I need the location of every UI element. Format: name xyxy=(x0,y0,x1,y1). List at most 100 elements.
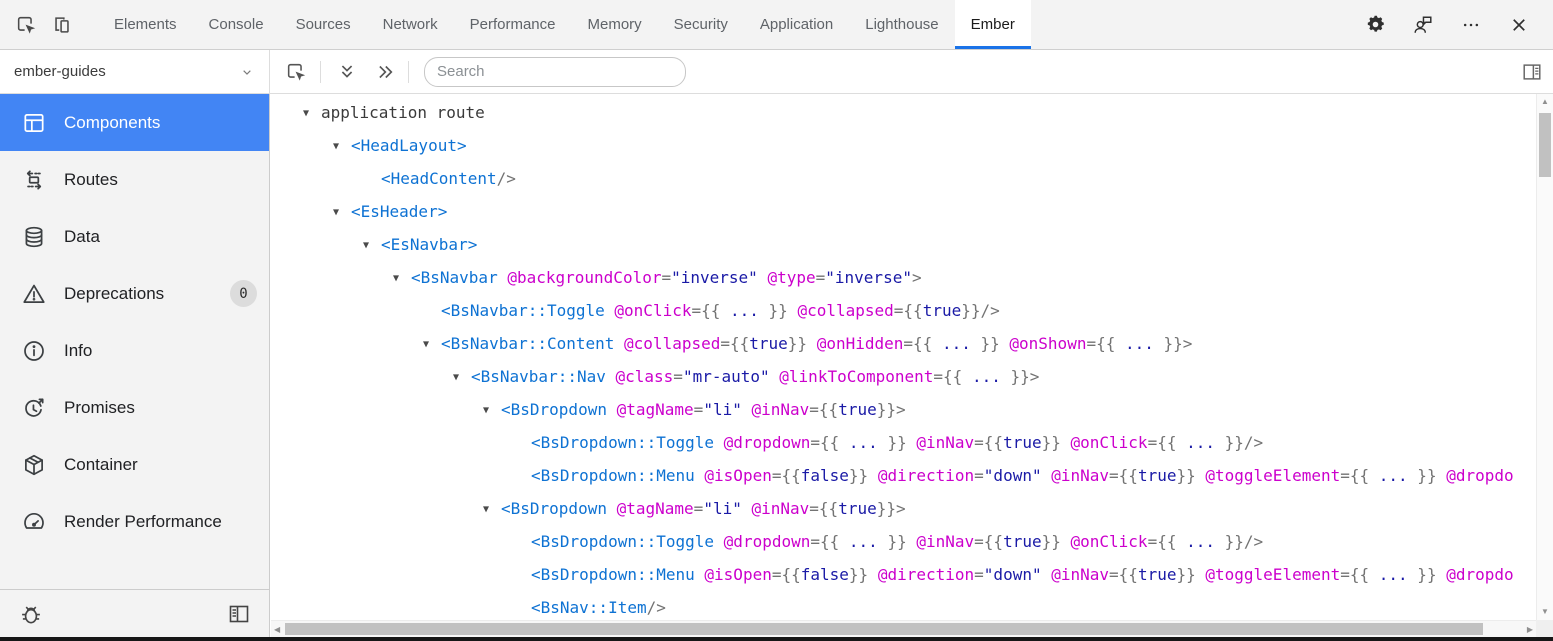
tree-row[interactable]: ▼<HeadLayout> xyxy=(271,129,1536,162)
token-val: true xyxy=(1003,433,1042,452)
expander-icon[interactable]: ▼ xyxy=(453,361,471,394)
tab-application[interactable]: Application xyxy=(744,0,849,49)
sidebar-item-info[interactable]: Info xyxy=(0,322,269,379)
token-attr: @inNav xyxy=(751,499,809,518)
tree-row[interactable]: ▼<EsHeader> xyxy=(271,195,1536,228)
tree-row[interactable]: ▼application route xyxy=(271,96,1536,129)
token-val: "mr-auto" xyxy=(683,367,770,386)
token-punct: = xyxy=(661,268,671,287)
token-punct: /> xyxy=(497,169,516,188)
sidebar-item-label: Data xyxy=(64,227,100,247)
tree-row[interactable]: <BsDropdown::Toggle @dropdown={{ ... }} … xyxy=(271,426,1536,459)
expander-icon[interactable]: ▼ xyxy=(423,328,441,361)
sidebar: Components Routes Data Deprecations 0 InfoPro… xyxy=(0,94,270,637)
expander-icon[interactable]: ▼ xyxy=(333,130,351,163)
token-punct: ={{ xyxy=(974,532,1003,551)
device-toolbar-icon[interactable] xyxy=(44,0,80,49)
tab-sources[interactable]: Sources xyxy=(280,0,367,49)
tree-row[interactable]: <BsNavbar::Toggle @onClick={{ ... }} @co… xyxy=(271,294,1536,327)
tab-lighthouse[interactable]: Lighthouse xyxy=(849,0,954,49)
app-select-dropdown[interactable]: ember-guides xyxy=(0,50,270,93)
tree-row[interactable]: ▼<BsDropdown @tagName="li" @inNav={{true… xyxy=(271,492,1536,525)
scroll-left-arrow[interactable]: ◀ xyxy=(274,621,280,637)
expander-icon[interactable]: ▼ xyxy=(363,229,381,262)
sidebar-item-container[interactable]: Container xyxy=(0,436,269,493)
sidebar-item-label: Components xyxy=(64,113,160,133)
token-punct: /> xyxy=(647,598,666,617)
tab-elements[interactable]: Elements xyxy=(98,0,193,49)
more-options-icon[interactable] xyxy=(1459,13,1483,37)
token-punct: = xyxy=(816,268,826,287)
expander-icon[interactable]: ▼ xyxy=(483,394,501,427)
scroll-down-arrow[interactable]: ▼ xyxy=(1537,605,1553,619)
horizontal-scroll-thumb[interactable] xyxy=(285,623,1483,635)
app-select-value: ember-guides xyxy=(14,63,106,80)
tab-network[interactable]: Network xyxy=(367,0,454,49)
select-component-icon[interactable] xyxy=(285,61,307,83)
token-val: true xyxy=(1138,466,1177,485)
tree-row[interactable]: ▼<BsNavbar::Nav @class="mr-auto" @linkTo… xyxy=(271,360,1536,393)
tree-row[interactable]: <BsDropdown::Toggle @dropdown={{ ... }} … xyxy=(271,525,1536,558)
scroll-into-view-icon[interactable] xyxy=(373,61,395,83)
token-val: true xyxy=(1003,532,1042,551)
scroll-up-arrow[interactable]: ▲ xyxy=(1537,95,1553,109)
scroll-right-arrow[interactable]: ▶ xyxy=(1527,621,1533,637)
token-attr: @backgroundColor xyxy=(507,268,661,287)
sidebar-item-promises[interactable]: Promises xyxy=(0,379,269,436)
sidebar-item-label: Deprecations xyxy=(64,284,164,304)
toggle-right-panel-icon[interactable] xyxy=(1521,61,1543,83)
tree-row[interactable]: ▼<EsNavbar> xyxy=(271,228,1536,261)
feedback-icon[interactable] xyxy=(1411,13,1435,37)
tree-row[interactable]: <BsDropdown::Menu @isOpen={{false}} @dir… xyxy=(271,459,1536,492)
token-attr: @inNav xyxy=(751,400,809,419)
deprecations-count-badge: 0 xyxy=(230,280,257,307)
token-attr: @tagName xyxy=(617,400,694,419)
expander-icon[interactable]: ▼ xyxy=(333,196,351,229)
token-attr: @inNav xyxy=(1051,565,1109,584)
sidebar-item-routes[interactable]: Routes xyxy=(0,151,269,208)
token-punct: }}> xyxy=(877,400,906,419)
tree-row[interactable]: <BsNav::Item/> xyxy=(271,591,1536,620)
tree-row[interactable]: <BsDropdown::Menu @isOpen={{false}} @dir… xyxy=(271,558,1536,591)
toggle-left-panel-icon[interactable] xyxy=(227,602,251,626)
token-val: true xyxy=(1138,565,1177,584)
chevron-down-icon xyxy=(239,64,255,80)
vertical-scrollbar[interactable]: ▲ ▼ xyxy=(1536,94,1553,620)
tab-performance[interactable]: Performance xyxy=(454,0,572,49)
search-input[interactable] xyxy=(424,57,686,87)
tree-row[interactable]: ▼<BsNavbar::Content @collapsed={{true}} … xyxy=(271,327,1536,360)
tree-row[interactable]: ▼<BsNavbar @backgroundColor="inverse" @t… xyxy=(271,261,1536,294)
tab-memory[interactable]: Memory xyxy=(572,0,658,49)
expander-icon[interactable]: ▼ xyxy=(483,493,501,526)
bug-icon[interactable] xyxy=(18,601,44,627)
tree-row[interactable]: ▼<BsDropdown @tagName="li" @inNav={{true… xyxy=(271,393,1536,426)
expand-all-icon[interactable] xyxy=(336,61,358,83)
token-punct: }}> xyxy=(877,499,906,518)
sidebar-item-components[interactable]: Components xyxy=(0,94,269,151)
token-punct: > xyxy=(912,268,922,287)
token-punct: }} xyxy=(878,433,907,452)
token-punct: }} xyxy=(1042,532,1061,551)
token-punct: }}/> xyxy=(1215,433,1263,452)
token-punct: }} xyxy=(1408,565,1437,584)
token-val: true xyxy=(749,334,788,353)
sidebar-item-deprecations[interactable]: Deprecations 0 xyxy=(0,265,269,322)
sidebar-item-data[interactable]: Data xyxy=(0,208,269,265)
settings-gear-icon[interactable] xyxy=(1363,13,1387,37)
tree-row[interactable]: <HeadContent/> xyxy=(271,162,1536,195)
expander-icon[interactable]: ▼ xyxy=(393,262,411,295)
sidebar-item-render-performance[interactable]: Render Performance xyxy=(0,493,269,550)
vertical-scroll-thumb[interactable] xyxy=(1539,113,1551,177)
close-icon[interactable] xyxy=(1507,13,1531,37)
expander-icon[interactable]: ▼ xyxy=(303,97,321,130)
select-element-icon[interactable] xyxy=(8,0,44,49)
tab-console[interactable]: Console xyxy=(193,0,280,49)
tab-security[interactable]: Security xyxy=(658,0,744,49)
token-attr: @type xyxy=(767,268,815,287)
horizontal-scrollbar[interactable]: ◀ ▶ xyxy=(271,620,1536,637)
token-tag: <BsNav::Item xyxy=(531,598,647,617)
routes-icon xyxy=(20,166,48,194)
component-tree-panel: ▼application route▼<HeadLayout><HeadCont… xyxy=(271,94,1553,637)
token-val: ... xyxy=(1125,334,1154,353)
tab-ember[interactable]: Ember xyxy=(955,0,1031,49)
